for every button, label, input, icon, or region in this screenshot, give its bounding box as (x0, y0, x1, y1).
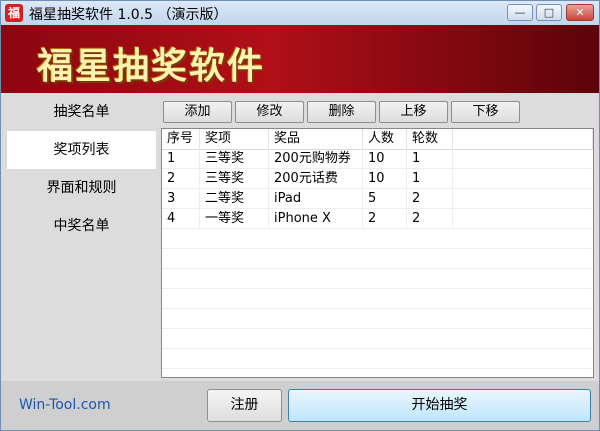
table-row[interactable]: 3 二等奖 iPad 5 2 (162, 189, 593, 209)
column-header-filler (453, 129, 593, 149)
move-down-button[interactable]: 下移 (451, 101, 520, 123)
banner: 福星抽奖软件 (1, 25, 599, 93)
sidebar-item-winners[interactable]: 中奖名单 (7, 207, 156, 245)
table-row[interactable]: 4 一等奖 iPhone X 2 2 (162, 209, 593, 229)
cell-prize-level: 二等奖 (200, 189, 269, 208)
minimize-button[interactable]: — (507, 4, 533, 21)
empty-row (162, 309, 593, 329)
sidebar-item-prizes[interactable]: 奖项列表 (7, 131, 156, 169)
cell-count: 10 (363, 149, 407, 168)
cell-index: 2 (162, 169, 200, 188)
cell-index: 1 (162, 149, 200, 168)
empty-row (162, 329, 593, 349)
close-button[interactable]: ✕ (566, 4, 594, 21)
table-row[interactable]: 1 三等奖 200元购物券 10 1 (162, 149, 593, 169)
start-draw-button[interactable]: 开始抽奖 (288, 389, 591, 422)
banner-title: 福星抽奖软件 (37, 46, 266, 87)
prize-panel: 添加 修改 删除 上移 下移 序号 奖项 奖品 人数 轮数 1 三等奖 200元… (156, 93, 599, 381)
table-row[interactable]: 2 三等奖 200元话费 10 1 (162, 169, 593, 189)
cell-prize-level: 三等奖 (200, 149, 269, 168)
title-bar: 福 福星抽奖软件 1.0.5 （演示版） — □ ✕ (1, 1, 599, 25)
cell-prize-level: 一等奖 (200, 209, 269, 228)
cell-rounds: 2 (407, 189, 453, 208)
cell-rounds: 1 (407, 149, 453, 168)
register-button[interactable]: 注册 (207, 389, 282, 422)
brand-link[interactable]: Win-Tool.com (19, 397, 111, 413)
edit-button[interactable]: 修改 (235, 101, 304, 123)
column-header-rounds[interactable]: 轮数 (407, 129, 453, 149)
cell-prize: iPad (269, 189, 363, 208)
cell-prize: 200元话费 (269, 169, 363, 188)
empty-row (162, 289, 593, 309)
sidebar: 抽奖名单 奖项列表 界面和规则 中奖名单 (1, 93, 156, 381)
cell-prize-level: 三等奖 (200, 169, 269, 188)
empty-row (162, 249, 593, 269)
table-header: 序号 奖项 奖品 人数 轮数 (162, 129, 593, 150)
cell-index: 3 (162, 189, 200, 208)
column-header-index[interactable]: 序号 (162, 129, 200, 149)
empty-row (162, 349, 593, 369)
delete-button[interactable]: 删除 (307, 101, 376, 123)
move-up-button[interactable]: 上移 (379, 101, 448, 123)
sidebar-item-ui-rules[interactable]: 界面和规则 (7, 169, 156, 207)
cell-rounds: 2 (407, 209, 453, 228)
cell-count: 2 (363, 209, 407, 228)
app-window: 福 福星抽奖软件 1.0.5 （演示版） — □ ✕ 福星抽奖软件 抽奖名单 奖… (0, 0, 600, 431)
prize-table: 序号 奖项 奖品 人数 轮数 1 三等奖 200元购物券 10 1 2 三等奖 … (161, 128, 594, 378)
footer: Win-Tool.com 注册 开始抽奖 (1, 381, 599, 430)
cell-prize: 200元购物券 (269, 149, 363, 168)
app-icon: 福 (5, 4, 23, 22)
empty-row (162, 229, 593, 249)
maximize-button[interactable]: □ (536, 4, 562, 21)
cell-count: 10 (363, 169, 407, 188)
column-header-prize[interactable]: 奖品 (269, 129, 363, 149)
column-header-count[interactable]: 人数 (363, 129, 407, 149)
add-button[interactable]: 添加 (163, 101, 232, 123)
empty-row (162, 269, 593, 289)
cell-index: 4 (162, 209, 200, 228)
window-title: 福星抽奖软件 1.0.5 （演示版） (29, 7, 228, 23)
column-header-prize-level[interactable]: 奖项 (200, 129, 269, 149)
cell-prize: iPhone X (269, 209, 363, 228)
cell-rounds: 1 (407, 169, 453, 188)
cell-count: 5 (363, 189, 407, 208)
sidebar-item-participants[interactable]: 抽奖名单 (7, 93, 156, 131)
